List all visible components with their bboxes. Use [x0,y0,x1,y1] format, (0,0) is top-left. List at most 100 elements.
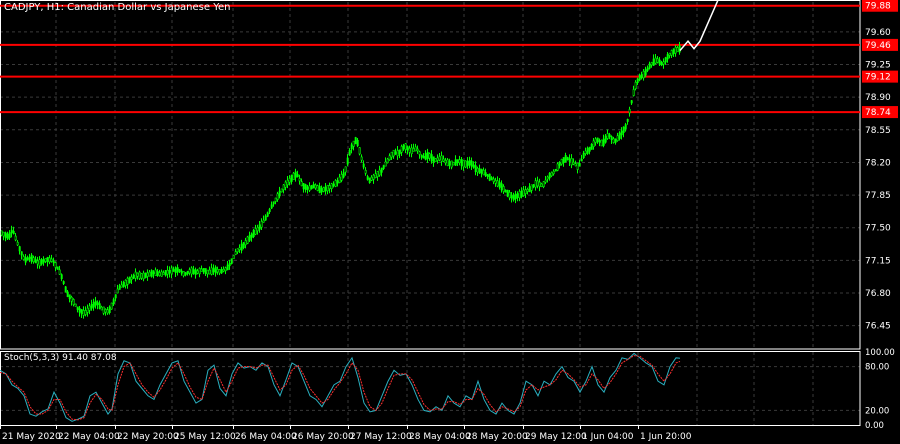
candle-body [126,278,129,285]
candle-body [44,258,47,262]
candle-body [92,301,95,308]
candle-body [364,169,367,174]
candle-body [102,306,105,314]
candle-body [160,271,163,277]
candle-body [414,146,417,152]
candle-body [672,48,675,55]
candle-body [72,299,75,305]
candle-body [538,181,541,187]
candle-body [504,189,507,193]
candle-body [280,188,283,193]
candle-body [276,193,279,200]
candle-body [424,153,427,160]
candle-body [586,147,589,154]
candle-body [266,212,269,217]
candle-body [26,257,29,261]
candle-body [374,173,377,179]
candle-body [202,268,205,273]
candle-body [470,160,473,167]
candle-body [602,138,605,146]
candle-body [38,259,41,267]
candle-body [18,246,21,252]
candle-body [318,186,321,194]
candle-body [134,271,137,279]
level-label: 79.88 [865,2,891,12]
time-tick-label: 25 May 12:00 [174,432,236,442]
price-tick-label: 79.25 [865,60,891,70]
candle-body [288,178,291,183]
candle-body [406,146,409,151]
candle-body [338,176,341,183]
candle-body [496,180,499,187]
candle-body [228,263,231,267]
candle-body [536,180,539,187]
candle-body [646,67,649,71]
level-label: 78.74 [865,108,891,118]
level-label: 79.46 [865,41,891,51]
candle-body [430,154,433,162]
candle-body [130,276,133,280]
candle-body [480,169,483,174]
candle-body [176,267,179,273]
candle-body [188,269,191,274]
candle-body [448,161,451,166]
candle-body [320,187,323,193]
price-tick-label: 78.90 [865,93,891,103]
candle-body [262,219,265,223]
candle-body [76,306,79,310]
candle-body [242,242,245,249]
candle-body [118,285,121,290]
candle-body [238,247,241,251]
candle-body [270,204,273,209]
candle-body [286,179,289,186]
candle-body [452,162,455,166]
candle-body [152,271,155,275]
time-tick-label: 22 May 20:00 [117,432,179,442]
candle-body [36,260,39,265]
candle-body [676,47,679,52]
candle-body [494,180,497,184]
candle-body [584,150,587,155]
candle-body [86,307,89,313]
price-tick-label: 77.85 [865,191,891,201]
candle-body [88,305,91,311]
candle-body [580,158,583,162]
candle-body [654,57,657,64]
chart-svg: 79.60 79.25 78.90 78.55 78.20 77.85 77.50 77.15… [0,0,898,442]
candle-body [382,165,385,169]
candle-body [524,189,527,194]
candle-body [146,272,149,277]
candle-body [164,270,167,276]
candle-body [488,173,491,181]
candle-body [156,271,159,276]
candle-body [434,158,437,162]
candle-body [474,165,477,173]
candle-body [114,294,117,299]
candle-body [572,161,575,165]
candle-body [556,163,559,171]
candle-body [64,286,67,293]
stochastic-tick-label: 80.00 [865,363,889,373]
candle-body [198,268,201,275]
time-tick-label: 27 May 12:00 [350,432,412,442]
candle-body [594,138,597,143]
candle-body [166,269,169,275]
time-tick-label: 22 May 04:00 [58,432,120,442]
candle-body [96,302,99,305]
candle-body [398,149,401,155]
projection-line [679,0,719,51]
candle-body [234,251,237,255]
candle-body [116,288,119,294]
candle-body [194,269,197,275]
candle-body [50,258,53,262]
candle-body [590,143,593,150]
candle-body [636,78,639,84]
candle-body [534,180,537,188]
candle-body [216,269,219,273]
candle-body [422,156,425,159]
candle-body [442,158,445,162]
candle-body [70,296,73,302]
time-tick-label: 1 Jun 20:00 [640,432,692,442]
candle-body [486,174,489,177]
time-tick-label: 21 May 2020 [2,432,61,442]
